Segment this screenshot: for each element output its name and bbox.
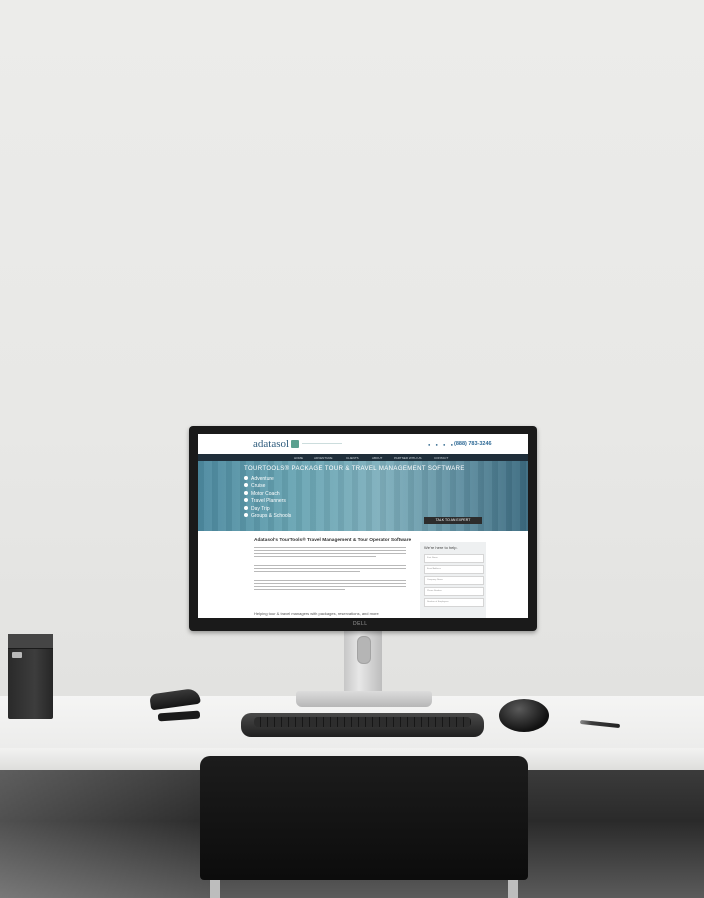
social-icons[interactable]: ● ● ● ● <box>428 442 455 447</box>
nav-partner[interactable]: PARTNER WITH US <box>394 456 422 460</box>
hero-item-label: Travel Planners <box>251 498 286 505</box>
monitor-stand-base <box>296 691 432 707</box>
hero-list-item[interactable]: Travel Planners <box>244 498 291 505</box>
storage-box-clasp <box>12 652 22 658</box>
hero-list-item[interactable]: Adventure <box>244 476 291 483</box>
first-name-field[interactable]: First Name <box>424 554 484 563</box>
form-title: We're here to help. <box>424 545 458 550</box>
mouse <box>499 699 549 732</box>
email-field[interactable]: Email Address <box>424 565 484 574</box>
contact-form: We're here to help. First Name Email Add… <box>420 542 486 618</box>
chair-leg-left <box>210 880 220 898</box>
hero-list-item[interactable]: Groups & Schools <box>244 513 291 520</box>
content-title: Adatasol's TourTools® Travel Management … <box>254 538 412 543</box>
nav-home[interactable]: HOME <box>294 456 303 460</box>
hero-list-item[interactable]: Motor Coach <box>244 490 291 498</box>
hero-list: Adventure Cruise Motor Coach Travel Plan… <box>244 476 291 520</box>
check-icon <box>244 513 248 518</box>
site-header: adatasol ● ● ● ● (888) 783-3246 <box>198 434 528 454</box>
logo-text: adatasol <box>253 438 290 450</box>
keyboard-keys <box>254 717 471 727</box>
monitor-screen: adatasol ● ● ● ● (888) 783-3246 HOME ADV… <box>198 434 528 618</box>
nav-clients[interactable]: CLIENTS <box>346 456 359 460</box>
chair-leg-right <box>508 880 518 898</box>
storage-box-lid <box>8 634 53 649</box>
cable-hole <box>357 636 371 664</box>
chair-back <box>200 756 528 880</box>
hero-title: TOURTOOLS® PACKAGE TOUR & TRAVEL MANAGEM… <box>244 466 465 472</box>
monitor-brand-logo: DELL <box>353 621 368 627</box>
employees-select[interactable]: Number of Employees <box>424 598 484 607</box>
content-subtitle: Helping tour & travel managers with pack… <box>254 611 379 616</box>
logo-badge-icon <box>291 440 300 448</box>
paragraph-2 <box>254 565 406 574</box>
phone-number[interactable]: (888) 783-3246 <box>454 441 492 447</box>
hero-item-label: Motor Coach <box>251 490 280 497</box>
check-icon <box>244 505 248 510</box>
monitor: adatasol ● ● ● ● (888) 783-3246 HOME ADV… <box>189 426 537 631</box>
logo-tagline-rule <box>302 443 342 444</box>
hero-list-item[interactable]: Cruise <box>244 483 291 490</box>
company-field[interactable]: Company Name <box>424 576 484 585</box>
check-icon <box>244 498 248 503</box>
check-icon <box>244 476 248 480</box>
hero-item-label: Cruise <box>251 483 266 490</box>
check-icon <box>244 483 248 488</box>
nav-contact[interactable]: CONTACT <box>434 456 448 460</box>
hero-banner: TOURTOOLS® PACKAGE TOUR & TRAVEL MANAGEM… <box>198 461 528 531</box>
site-logo[interactable]: adatasol <box>253 438 300 450</box>
site-navbar: HOME ADVENTURE CLIENTS ABOUT PARTNER WIT… <box>198 454 528 461</box>
hero-item-label: Day Trip <box>251 505 270 512</box>
floor-light <box>0 770 220 898</box>
talk-to-expert-button[interactable]: TALK TO AN EXPERT <box>424 517 482 524</box>
paragraph-3 <box>254 580 406 592</box>
nav-adventure[interactable]: ADVENTURE <box>314 456 333 460</box>
hero-list-item[interactable]: Day Trip <box>244 505 291 513</box>
hero-item-label: Adventure <box>251 476 274 482</box>
nav-about[interactable]: ABOUT <box>372 456 382 460</box>
paragraph-1 <box>254 547 406 559</box>
check-icon <box>244 490 248 495</box>
phone-field[interactable]: Phone Number <box>424 587 484 596</box>
hero-item-label: Groups & Schools <box>251 513 292 520</box>
